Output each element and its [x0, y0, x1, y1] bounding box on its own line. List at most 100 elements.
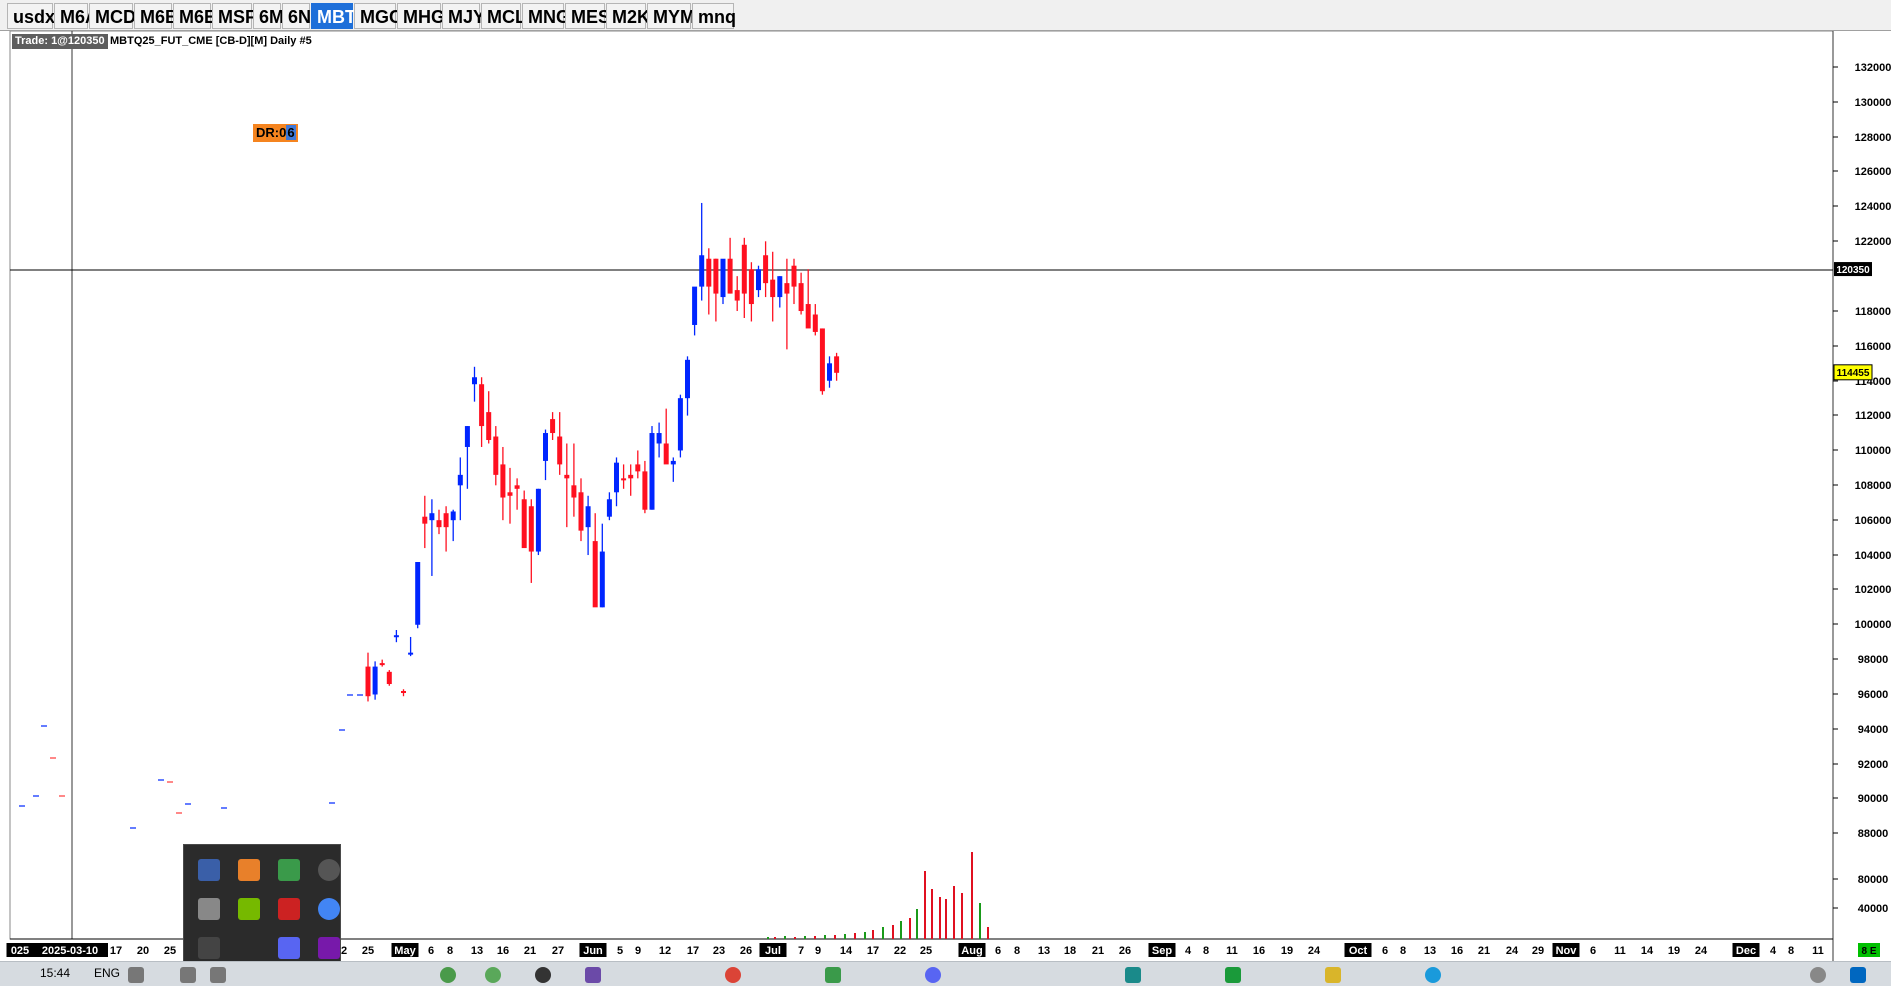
x-tick-label: 5 — [617, 945, 623, 957]
candle-body — [827, 363, 832, 381]
tab-mbt[interactable]: MBT — [311, 3, 356, 29]
search-icon[interactable] — [1810, 967, 1826, 983]
x-tick-label: 8 — [1203, 945, 1209, 957]
onenote-icon[interactable] — [318, 937, 340, 959]
candle-body — [543, 433, 548, 461]
tab-mym[interactable]: MYM — [647, 3, 695, 29]
record-icon[interactable] — [318, 859, 340, 881]
shield-icon[interactable] — [278, 859, 300, 881]
discord-taskbar-icon[interactable] — [925, 967, 941, 983]
x-tick-label: 21 — [1478, 945, 1490, 957]
x-tick-label: 8 — [1014, 945, 1020, 957]
candle-body — [606, 499, 612, 517]
x-tick-label: 21 — [524, 945, 536, 957]
tab-mcd[interactable]: MCD — [89, 3, 136, 29]
tab-mcl[interactable]: MCL — [481, 3, 526, 29]
discord-icon[interactable] — [278, 937, 300, 959]
tab-m6e[interactable]: M6E — [173, 3, 216, 29]
symbol-tab-bar: usdx M6A MCD M6B M6E MSF 6M 6N MBT MGC MHG MJY MCL MN… — [0, 0, 1891, 31]
x-tick-label: 6 — [1382, 945, 1388, 957]
candle-body — [429, 513, 435, 521]
trade-label: Trade: 1@120350 — [12, 34, 108, 49]
x-tick-label: 6 — [428, 945, 434, 957]
app-icon-4[interactable] — [585, 967, 601, 983]
candle-body — [706, 258, 712, 287]
tab-usdx[interactable]: usdx — [7, 3, 55, 29]
start-icon[interactable] — [1850, 967, 1866, 983]
candle-body — [642, 471, 648, 510]
candle-body — [528, 506, 534, 552]
tab-m6b[interactable]: M6B — [134, 3, 178, 29]
tab-mgc[interactable]: MGC — [354, 3, 402, 29]
candle-body — [393, 635, 399, 638]
tab-mng[interactable]: MNG — [522, 3, 570, 29]
candle-body — [727, 258, 733, 294]
x-tick-label: Jul — [765, 945, 781, 957]
x-tick-label: 8 — [447, 945, 453, 957]
candle-body — [585, 506, 591, 528]
x-tick-label: 4 — [1185, 945, 1192, 957]
flag-icon[interactable] — [198, 859, 220, 881]
app-icon-5[interactable] — [825, 967, 841, 983]
candle-body — [557, 436, 563, 465]
app-icon-7[interactable] — [1225, 967, 1241, 983]
candle-body — [486, 412, 492, 441]
x-tick-label: 8 — [1400, 945, 1406, 957]
y-tick-label: 122000 — [1855, 236, 1891, 248]
speaker-icon[interactable] — [180, 967, 196, 983]
price-chart-panel[interactable]: 132000 130000 128000 126000 124000 122000 1180… — [0, 31, 1891, 961]
candle-body — [365, 666, 371, 697]
app-icon-3[interactable] — [535, 967, 551, 983]
candle-body — [599, 551, 605, 608]
app-icon-2[interactable] — [485, 967, 501, 983]
x-tick-label: 12 — [659, 945, 671, 957]
tab-mjy[interactable]: MJY — [442, 3, 485, 29]
app-icon-9[interactable] — [1425, 967, 1441, 983]
x-tick-label: 25 — [920, 945, 932, 957]
y-tick-label: 108000 — [1855, 480, 1891, 492]
x-tick-label: 4 — [1770, 945, 1777, 957]
y-tick-label: 106000 — [1855, 515, 1891, 527]
tab-msf[interactable]: MSF — [212, 3, 256, 29]
candle-body — [770, 279, 776, 298]
candle-body — [805, 304, 811, 329]
nvidia-icon[interactable] — [238, 898, 260, 920]
chrome-icon[interactable] — [318, 898, 340, 920]
price-chart-canvas[interactable]: 1320001300001280001260001240001220001180… — [0, 31, 1891, 961]
x-tick-label: 8 — [1788, 945, 1794, 957]
y-tick-label: 80000 — [1858, 874, 1889, 886]
x-tick-label: 6 — [1590, 945, 1596, 957]
cloud-icon[interactable] — [198, 937, 220, 959]
candle-body — [720, 258, 726, 298]
chrome-taskbar-icon[interactable] — [725, 967, 741, 983]
y-tick-label: 102000 — [1855, 584, 1891, 596]
tab-6n[interactable]: 6N — [282, 3, 311, 29]
tab-6m[interactable]: 6M — [253, 3, 284, 29]
x-tick-label: 11 — [1226, 945, 1238, 957]
app-icon-6[interactable] — [1125, 967, 1141, 983]
tab-mnq[interactable]: mnq — [692, 3, 736, 29]
tab-m2k[interactable]: M2K — [606, 3, 650, 29]
language-indicator[interactable]: ENG — [94, 966, 120, 980]
candle-body — [670, 460, 676, 465]
app-icon-1[interactable] — [440, 967, 456, 983]
antivirus-icon[interactable] — [278, 898, 300, 920]
gear-icon[interactable] — [238, 859, 260, 881]
network-icon[interactable] — [210, 967, 226, 983]
candle-body — [628, 474, 634, 479]
app-icon-8[interactable] — [1325, 967, 1341, 983]
keyboard-icon[interactable] — [128, 967, 144, 983]
tab-m6a[interactable]: M6A — [54, 3, 98, 29]
x-tick-label: 7 — [798, 945, 804, 957]
x-tick-label: 19 — [1668, 945, 1680, 957]
candle-body — [699, 255, 705, 287]
x-tick-label: 6 — [995, 945, 1001, 957]
tab-mhg[interactable]: MHG — [397, 3, 445, 29]
candle-body — [635, 464, 641, 472]
usb-icon[interactable] — [198, 898, 220, 920]
tab-mes[interactable]: MES — [565, 3, 610, 29]
candle-body — [763, 255, 769, 284]
x-tick-label: Sep — [1152, 945, 1172, 957]
y-tick-label: 118000 — [1855, 306, 1891, 318]
taskbar-clock[interactable]: 15:44 — [40, 966, 70, 980]
